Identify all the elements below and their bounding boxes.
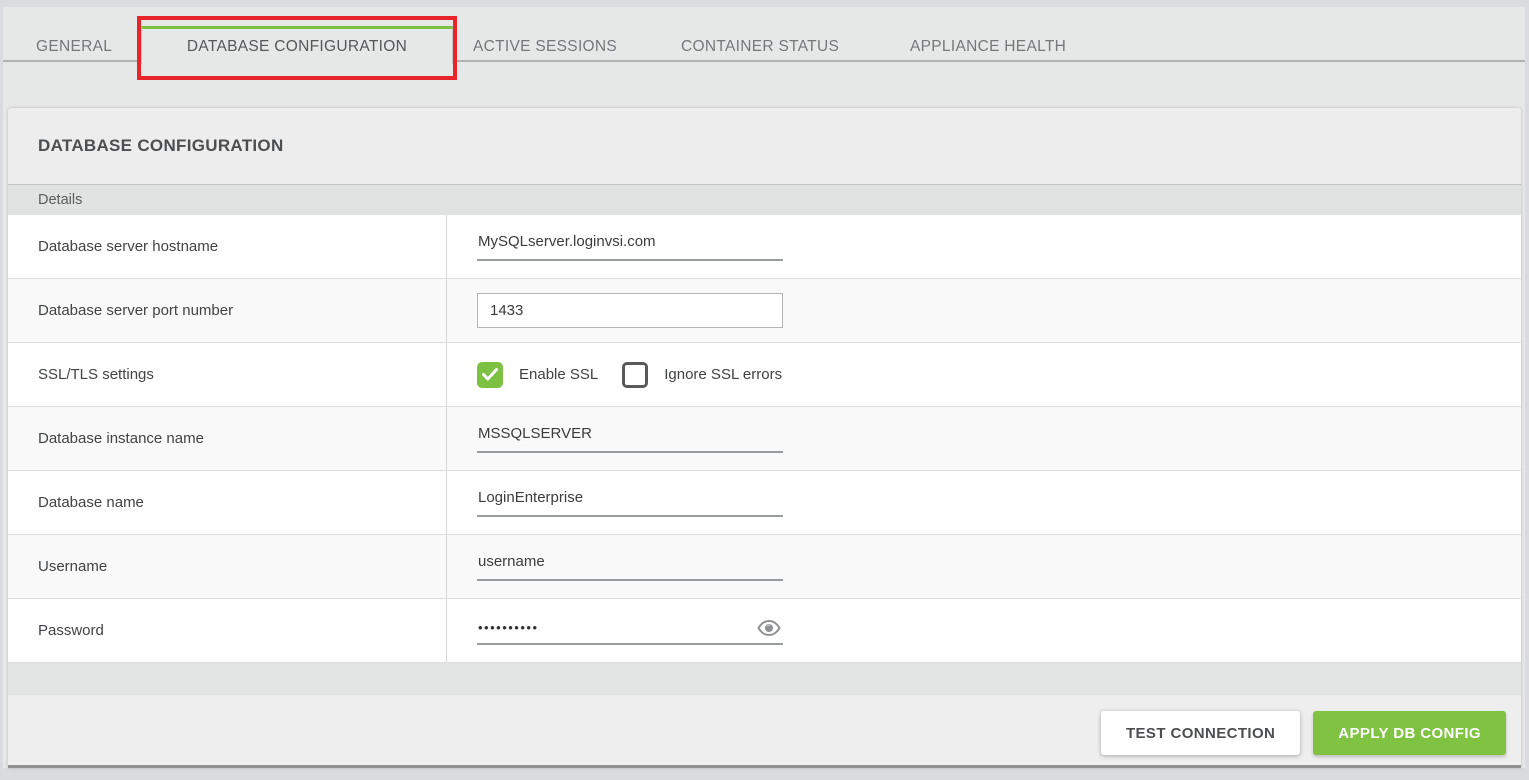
tab-active-sessions[interactable]: ACTIVE SESSIONS	[473, 31, 617, 62]
panel-title: DATABASE CONFIGURATION	[38, 136, 284, 156]
details-section-header: Details	[8, 184, 1521, 215]
page: GENERAL DATABASE CONFIGURATION ACTIVE SE…	[3, 7, 1525, 768]
row-database-server-port: Database server port number	[8, 279, 1521, 343]
password-input[interactable]: ••••••••••	[477, 617, 783, 645]
tab-database-configuration[interactable]: DATABASE CONFIGURATION	[141, 26, 453, 64]
apply-db-config-button[interactable]: APPLY DB CONFIG	[1313, 711, 1506, 755]
tab-appliance-health[interactable]: APPLIANCE HEALTH	[910, 31, 1066, 62]
database-configuration-panel: DATABASE CONFIGURATION Details Database …	[8, 108, 1521, 768]
username-label: Username	[38, 558, 107, 575]
checkmark-icon	[482, 368, 498, 381]
password-masked-value: ••••••••••	[478, 620, 539, 635]
ignore-ssl-errors-checkbox[interactable]	[622, 362, 648, 388]
ssl-settings-label: SSL/TLS settings	[38, 366, 154, 383]
footer-divider-band	[8, 663, 1521, 695]
tab-bar: GENERAL DATABASE CONFIGURATION ACTIVE SE…	[3, 7, 1525, 62]
hostname-input[interactable]	[477, 233, 783, 261]
tab-container-status[interactable]: CONTAINER STATUS	[681, 31, 839, 62]
port-label: Database server port number	[38, 302, 233, 319]
row-ssl-tls-settings: SSL/TLS settings Enable SSL Ignore SSL e…	[8, 343, 1521, 407]
footer-actions: TEST CONNECTION APPLY DB CONFIG	[8, 695, 1521, 765]
details-label: Details	[38, 192, 82, 208]
instance-name-input[interactable]	[477, 425, 783, 453]
row-database-server-hostname: Database server hostname	[8, 215, 1521, 279]
hostname-label: Database server hostname	[38, 238, 218, 255]
panel-header: DATABASE CONFIGURATION	[8, 108, 1521, 184]
row-password: Password ••••••••••	[8, 599, 1521, 663]
show-password-eye-icon[interactable]	[757, 619, 781, 642]
username-input[interactable]	[477, 553, 783, 581]
password-label: Password	[38, 622, 104, 639]
row-database-name: Database name	[8, 471, 1521, 535]
ignore-ssl-errors-label: Ignore SSL errors	[664, 366, 782, 383]
enable-ssl-label: Enable SSL	[519, 366, 598, 383]
enable-ssl-checkbox[interactable]	[477, 362, 503, 388]
port-input[interactable]	[477, 293, 783, 328]
row-database-instance-name: Database instance name	[8, 407, 1521, 471]
database-name-input[interactable]	[477, 489, 783, 517]
instance-name-label: Database instance name	[38, 430, 204, 447]
database-name-label: Database name	[38, 494, 144, 511]
row-username: Username	[8, 535, 1521, 599]
tab-general[interactable]: GENERAL	[36, 31, 112, 62]
test-connection-button[interactable]: TEST CONNECTION	[1101, 711, 1300, 755]
